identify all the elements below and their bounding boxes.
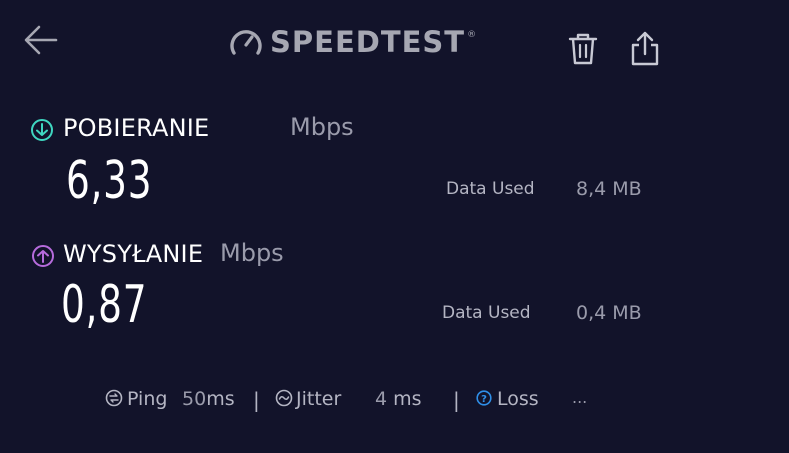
ping-icon xyxy=(105,389,123,407)
upload-label: WYSYŁANIE xyxy=(63,240,204,268)
loss-info-button[interactable]: ? xyxy=(476,390,492,406)
download-speed-value: 6,33 xyxy=(66,151,153,211)
jitter-unit: ms xyxy=(393,388,422,410)
jitter-icon xyxy=(275,389,293,407)
registered-mark: ® xyxy=(467,30,477,40)
logo-text: SPEEDTEST xyxy=(270,25,466,59)
ping-number: 50 xyxy=(182,388,207,410)
speedtest-logo: SPEEDTEST ® xyxy=(228,24,476,60)
download-unit: Mbps xyxy=(290,113,354,141)
delete-button[interactable] xyxy=(566,30,600,68)
loss-value: ... xyxy=(572,388,588,407)
ping-label: Ping xyxy=(127,388,168,410)
upload-data-used-label: Data Used xyxy=(442,303,531,323)
ping-unit: ms xyxy=(206,388,235,410)
upload-speed-value: 0,87 xyxy=(61,275,148,335)
download-label: POBIERANIE xyxy=(63,114,210,142)
jitter-number: 4 xyxy=(375,388,388,410)
share-button[interactable] xyxy=(628,30,662,68)
speedometer-icon xyxy=(230,30,262,55)
download-arrow-icon xyxy=(31,119,53,141)
back-button[interactable] xyxy=(22,22,60,58)
jitter-indicator xyxy=(275,389,293,407)
upload-indicator xyxy=(31,244,55,268)
jitter-value: 4 ms xyxy=(375,388,422,410)
share-icon xyxy=(631,31,659,66)
upload-unit: Mbps xyxy=(220,239,284,267)
separator-2: | xyxy=(453,388,460,412)
loss-help-icon: ? xyxy=(476,390,492,406)
ping-indicator xyxy=(105,389,123,407)
trash-icon xyxy=(568,33,598,65)
svg-text:?: ? xyxy=(481,394,487,405)
upload-data-used-value: 0,4 MB xyxy=(576,302,642,324)
download-data-used-value: 8,4 MB xyxy=(576,178,642,200)
download-indicator xyxy=(30,118,54,142)
jitter-label: Jitter xyxy=(296,388,342,410)
upload-arrow-icon xyxy=(32,245,54,267)
arrow-left-icon xyxy=(24,25,58,55)
separator-1: | xyxy=(253,388,260,412)
ping-value: 50ms xyxy=(182,388,235,410)
loss-label: Loss xyxy=(497,388,539,410)
download-data-used-label: Data Used xyxy=(446,179,535,199)
speedtest-result-screen: SPEEDTEST ® POBIERANIE Mbps 6,33 Data Us… xyxy=(0,0,789,453)
